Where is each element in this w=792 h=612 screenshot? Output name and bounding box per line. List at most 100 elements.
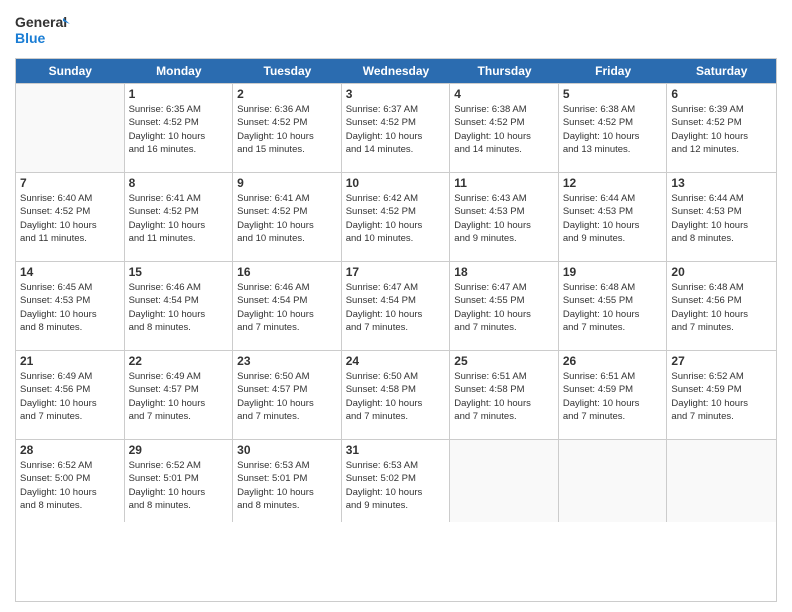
- day-cell-14: 14 Sunrise: 6:45 AMSunset: 4:53 PMDayligh…: [16, 262, 125, 350]
- day-cell-8: 8 Sunrise: 6:41 AMSunset: 4:52 PMDaylight…: [125, 173, 234, 261]
- day-info: Sunrise: 6:52 AMSunset: 5:01 PMDaylight:…: [129, 459, 229, 512]
- page: GeneralBlue SundayMondayTuesdayWednesday…: [0, 0, 792, 612]
- day-cell-18: 18 Sunrise: 6:47 AMSunset: 4:55 PMDayligh…: [450, 262, 559, 350]
- calendar-week-3: 14 Sunrise: 6:45 AMSunset: 4:53 PMDayligh…: [16, 261, 776, 350]
- day-number: 15: [129, 265, 229, 279]
- day-cell-9: 9 Sunrise: 6:41 AMSunset: 4:52 PMDaylight…: [233, 173, 342, 261]
- day-info: Sunrise: 6:38 AMSunset: 4:52 PMDaylight:…: [454, 103, 554, 156]
- day-cell-1: 1Sunrise: 6:35 AMSunset: 4:52 PMDaylight…: [125, 84, 234, 172]
- day-number: 29: [129, 443, 229, 457]
- header-day-friday: Friday: [559, 59, 668, 83]
- day-cell-16: 16Sunrise: 6:46 AMSunset: 4:54 PMDayligh…: [233, 262, 342, 350]
- header: GeneralBlue: [15, 10, 777, 50]
- day-cell-21: 21 Sunrise: 6:49 AMSunset: 4:56 PMDayligh…: [16, 351, 125, 439]
- day-info: Sunrise: 6:46 AMSunset: 4:54 PMDaylight:…: [237, 281, 337, 334]
- day-number: 22: [129, 354, 229, 368]
- day-cell-27: 27 Sunrise: 6:52 AMSunset: 4:59 PMDayligh…: [667, 351, 776, 439]
- day-number: 10: [346, 176, 446, 190]
- day-info: Sunrise: 6:52 AMSunset: 5:00 PMDaylight:…: [20, 459, 120, 512]
- logo-svg: GeneralBlue: [15, 10, 70, 50]
- empty-cell: [559, 440, 668, 522]
- day-info: Sunrise: 6:48 AMSunset: 4:56 PMDaylight:…: [671, 281, 772, 334]
- day-number: 31: [346, 443, 446, 457]
- day-number: 18: [454, 265, 554, 279]
- day-cell-13: 13 Sunrise: 6:44 AMSunset: 4:53 PMDayligh…: [667, 173, 776, 261]
- day-info: Sunrise: 6:36 AMSunset: 4:52 PMDaylight:…: [237, 103, 337, 156]
- day-info: Sunrise: 6:47 AMSunset: 4:55 PMDaylight:…: [454, 281, 554, 334]
- day-number: 11: [454, 176, 554, 190]
- day-info: Sunrise: 6:53 AMSunset: 5:01 PMDaylight:…: [237, 459, 337, 512]
- header-day-monday: Monday: [125, 59, 234, 83]
- day-number: 3: [346, 87, 446, 101]
- day-cell-3: 3 Sunrise: 6:37 AMSunset: 4:52 PMDaylight…: [342, 84, 451, 172]
- day-info: Sunrise: 6:39 AMSunset: 4:52 PMDaylight:…: [671, 103, 772, 156]
- empty-cell: [667, 440, 776, 522]
- day-info: Sunrise: 6:37 AMSunset: 4:52 PMDaylight:…: [346, 103, 446, 156]
- day-number: 5: [563, 87, 663, 101]
- day-info: Sunrise: 6:44 AMSunset: 4:53 PMDaylight:…: [563, 192, 663, 245]
- day-number: 27: [671, 354, 772, 368]
- calendar: SundayMondayTuesdayWednesdayThursdayFrid…: [15, 58, 777, 602]
- day-info: Sunrise: 6:41 AMSunset: 4:52 PMDaylight:…: [129, 192, 229, 245]
- day-number: 19: [563, 265, 663, 279]
- header-day-tuesday: Tuesday: [233, 59, 342, 83]
- day-number: 14: [20, 265, 120, 279]
- day-number: 25: [454, 354, 554, 368]
- day-info: Sunrise: 6:48 AMSunset: 4:55 PMDaylight:…: [563, 281, 663, 334]
- day-cell-29: 29 Sunrise: 6:52 AMSunset: 5:01 PMDayligh…: [125, 440, 234, 522]
- day-info: Sunrise: 6:49 AMSunset: 4:56 PMDaylight:…: [20, 370, 120, 423]
- calendar-week-1: 1Sunrise: 6:35 AMSunset: 4:52 PMDaylight…: [16, 83, 776, 172]
- day-info: Sunrise: 6:38 AMSunset: 4:52 PMDaylight:…: [563, 103, 663, 156]
- day-number: 4: [454, 87, 554, 101]
- day-info: Sunrise: 6:51 AMSunset: 4:59 PMDaylight:…: [563, 370, 663, 423]
- day-info: Sunrise: 6:50 AMSunset: 4:57 PMDaylight:…: [237, 370, 337, 423]
- day-info: Sunrise: 6:44 AMSunset: 4:53 PMDaylight:…: [671, 192, 772, 245]
- day-info: Sunrise: 6:53 AMSunset: 5:02 PMDaylight:…: [346, 459, 446, 512]
- day-cell-30: 30Sunrise: 6:53 AMSunset: 5:01 PMDayligh…: [233, 440, 342, 522]
- svg-text:Blue: Blue: [15, 30, 46, 46]
- calendar-week-2: 7Sunrise: 6:40 AMSunset: 4:52 PMDaylight…: [16, 172, 776, 261]
- day-info: Sunrise: 6:50 AMSunset: 4:58 PMDaylight:…: [346, 370, 446, 423]
- day-info: Sunrise: 6:45 AMSunset: 4:53 PMDaylight:…: [20, 281, 120, 334]
- day-number: 9: [237, 176, 337, 190]
- header-day-sunday: Sunday: [16, 59, 125, 83]
- day-cell-19: 19 Sunrise: 6:48 AMSunset: 4:55 PMDayligh…: [559, 262, 668, 350]
- calendar-header: SundayMondayTuesdayWednesdayThursdayFrid…: [16, 59, 776, 83]
- header-day-wednesday: Wednesday: [342, 59, 451, 83]
- day-cell-15: 15 Sunrise: 6:46 AMSunset: 4:54 PMDayligh…: [125, 262, 234, 350]
- day-number: 28: [20, 443, 120, 457]
- header-day-thursday: Thursday: [450, 59, 559, 83]
- day-info: Sunrise: 6:41 AMSunset: 4:52 PMDaylight:…: [237, 192, 337, 245]
- logo: GeneralBlue: [15, 10, 70, 50]
- day-cell-17: 17 Sunrise: 6:47 AMSunset: 4:54 PMDayligh…: [342, 262, 451, 350]
- day-cell-7: 7Sunrise: 6:40 AMSunset: 4:52 PMDaylight…: [16, 173, 125, 261]
- day-number: 26: [563, 354, 663, 368]
- day-number: 24: [346, 354, 446, 368]
- empty-cell: [450, 440, 559, 522]
- day-info: Sunrise: 6:49 AMSunset: 4:57 PMDaylight:…: [129, 370, 229, 423]
- day-cell-11: 11 Sunrise: 6:43 AMSunset: 4:53 PMDayligh…: [450, 173, 559, 261]
- header-day-saturday: Saturday: [667, 59, 776, 83]
- day-cell-23: 23Sunrise: 6:50 AMSunset: 4:57 PMDayligh…: [233, 351, 342, 439]
- day-number: 8: [129, 176, 229, 190]
- day-info: Sunrise: 6:43 AMSunset: 4:53 PMDaylight:…: [454, 192, 554, 245]
- day-number: 6: [671, 87, 772, 101]
- day-number: 20: [671, 265, 772, 279]
- day-info: Sunrise: 6:40 AMSunset: 4:52 PMDaylight:…: [20, 192, 120, 245]
- day-cell-24: 24 Sunrise: 6:50 AMSunset: 4:58 PMDayligh…: [342, 351, 451, 439]
- day-cell-20: 20 Sunrise: 6:48 AMSunset: 4:56 PMDayligh…: [667, 262, 776, 350]
- day-number: 13: [671, 176, 772, 190]
- day-cell-28: 28 Sunrise: 6:52 AMSunset: 5:00 PMDayligh…: [16, 440, 125, 522]
- day-info: Sunrise: 6:47 AMSunset: 4:54 PMDaylight:…: [346, 281, 446, 334]
- day-number: 17: [346, 265, 446, 279]
- day-cell-4: 4 Sunrise: 6:38 AMSunset: 4:52 PMDaylight…: [450, 84, 559, 172]
- day-cell-12: 12Sunrise: 6:44 AMSunset: 4:53 PMDayligh…: [559, 173, 668, 261]
- day-cell-22: 22 Sunrise: 6:49 AMSunset: 4:57 PMDayligh…: [125, 351, 234, 439]
- empty-cell: [16, 84, 125, 172]
- day-number: 2: [237, 87, 337, 101]
- day-number: 21: [20, 354, 120, 368]
- day-info: Sunrise: 6:51 AMSunset: 4:58 PMDaylight:…: [454, 370, 554, 423]
- day-info: Sunrise: 6:35 AMSunset: 4:52 PMDaylight:…: [129, 103, 229, 156]
- day-info: Sunrise: 6:52 AMSunset: 4:59 PMDaylight:…: [671, 370, 772, 423]
- day-info: Sunrise: 6:46 AMSunset: 4:54 PMDaylight:…: [129, 281, 229, 334]
